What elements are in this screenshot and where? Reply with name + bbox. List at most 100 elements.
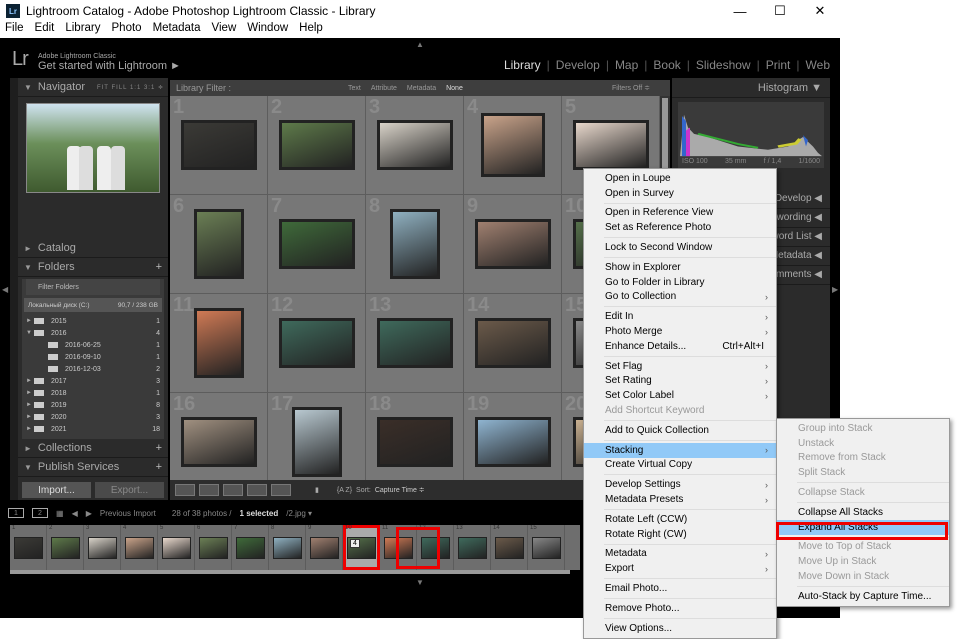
folder-row[interactable]: 2016-09-10 1 xyxy=(22,351,164,363)
menu-item-rotate-left-ccw[interactable]: Rotate Left (CCW) xyxy=(584,512,776,527)
add-collection-icon[interactable]: + xyxy=(156,442,162,454)
menu-photo[interactable]: Photo xyxy=(112,22,142,38)
photo-thumbnail[interactable] xyxy=(389,209,440,279)
folder-row[interactable]: ► 2019 8 xyxy=(22,399,164,411)
histogram-header[interactable]: Histogram ▼ xyxy=(672,78,830,98)
sort-dropdown[interactable]: Capture Time ≑ xyxy=(375,486,425,494)
navigator-zoom-options[interactable]: FIT FILL 1:1 3:1 ≑ xyxy=(97,84,164,91)
photo-thumbnail[interactable] xyxy=(193,209,244,279)
left-panel-toggle-icon[interactable]: ◀ xyxy=(2,285,8,294)
top-panel-toggle-icon[interactable]: ▲ xyxy=(416,40,424,49)
folder-row[interactable]: 2016-12-03 2 xyxy=(22,363,164,375)
catalog-header[interactable]: ► Catalog xyxy=(18,239,168,258)
grid-cell[interactable]: 11 xyxy=(170,294,268,393)
filmstrip-thumbnail[interactable]: 1 xyxy=(10,525,47,570)
survey-view-button[interactable] xyxy=(247,484,267,496)
menu-item-open-in-survey[interactable]: Open in Survey xyxy=(584,186,776,201)
grid-cell[interactable]: 1 xyxy=(170,96,268,195)
collections-header[interactable]: ► Collections + xyxy=(18,439,168,458)
module-book[interactable]: Book xyxy=(653,58,680,72)
filmstrip-thumbnail[interactable]: 13 xyxy=(454,525,491,570)
menu-item-collapse-all-stacks[interactable]: Collapse All Stacks xyxy=(777,505,949,520)
filmstrip-thumbnail[interactable]: 8 xyxy=(269,525,306,570)
grid-view-button[interactable] xyxy=(175,484,195,496)
grid-cell[interactable]: 9 xyxy=(464,195,562,294)
filmstrip-thumbnail[interactable]: 4 xyxy=(121,525,158,570)
grid-cell[interactable]: 12 xyxy=(268,294,366,393)
photo-thumbnail[interactable] xyxy=(572,120,649,170)
add-folder-icon[interactable]: + xyxy=(156,261,162,273)
filmstrip-thumbnail[interactable]: 5 xyxy=(158,525,195,570)
photo-thumbnail[interactable] xyxy=(474,219,551,269)
module-web[interactable]: Web xyxy=(806,58,830,72)
filter-none[interactable]: None xyxy=(446,85,463,92)
photo-thumbnail[interactable] xyxy=(278,120,355,170)
grid-cell[interactable]: 14 xyxy=(464,294,562,393)
menu-item-email-photo[interactable]: Email Photo... xyxy=(584,581,776,596)
menu-window[interactable]: Window xyxy=(247,22,288,38)
menu-item-stacking[interactable]: Stacking › xyxy=(584,442,776,458)
module-slideshow[interactable]: Slideshow xyxy=(696,58,751,72)
menu-item-open-in-reference-view[interactable]: Open in Reference View xyxy=(584,206,776,221)
menu-item-lock-to-second-window[interactable]: Lock to Second Window xyxy=(584,240,776,255)
filmstrip-thumbnail[interactable]: 15 xyxy=(528,525,565,570)
export-button[interactable]: Export... xyxy=(95,482,164,498)
menu-view[interactable]: View xyxy=(212,22,237,38)
menu-item-add-to-quick-collection[interactable]: Add to Quick Collection xyxy=(584,423,776,438)
filmstrip-thumbnail[interactable]: 7 xyxy=(232,525,269,570)
menu-item-show-in-explorer[interactable]: Show in Explorer xyxy=(584,260,776,275)
photo-thumbnail[interactable] xyxy=(193,308,244,378)
folder-row[interactable]: ▼ 2016 4 xyxy=(22,327,164,339)
menu-item-metadata-presets[interactable]: Metadata Presets › xyxy=(584,492,776,507)
menu-item-open-in-loupe[interactable]: Open in Loupe xyxy=(584,171,776,186)
grid-cell[interactable]: 19 xyxy=(464,393,562,480)
right-panel-toggle-icon[interactable]: ▶ xyxy=(832,285,838,294)
main-window-button[interactable]: 1 xyxy=(8,508,24,518)
filmstrip-scrollbar[interactable] xyxy=(10,570,570,574)
photo-thumbnail[interactable] xyxy=(180,120,257,170)
folder-row[interactable]: ► 2017 3 xyxy=(22,375,164,387)
photo-thumbnail[interactable] xyxy=(278,318,355,368)
menu-item-auto-stack-by-capture-time[interactable]: Auto-Stack by Capture Time... xyxy=(777,589,949,604)
module-library[interactable]: Library xyxy=(504,58,541,72)
forward-arrow-icon[interactable]: ▶ xyxy=(86,509,92,518)
bottom-panel-toggle-icon[interactable]: ▼ xyxy=(416,578,424,587)
folder-row[interactable]: ► 2020 3 xyxy=(22,411,164,423)
photo-thumbnail[interactable] xyxy=(376,120,453,170)
grid-cell[interactable]: 17 xyxy=(268,393,366,480)
grid-icon[interactable]: ▦ xyxy=(56,509,64,518)
close-button[interactable]: ✕ xyxy=(800,0,840,22)
grid-cell[interactable]: 4 xyxy=(464,96,562,195)
menu-library[interactable]: Library xyxy=(65,22,100,38)
menu-metadata[interactable]: Metadata xyxy=(153,22,201,38)
module-map[interactable]: Map xyxy=(615,58,638,72)
navigator-preview[interactable] xyxy=(26,103,160,193)
menu-item-export[interactable]: Export › xyxy=(584,561,776,576)
grid-cell[interactable]: 6 xyxy=(170,195,268,294)
filter-attribute[interactable]: Attribute xyxy=(371,85,397,92)
photo-thumbnail[interactable] xyxy=(376,318,453,368)
menu-item-metadata[interactable]: Metadata › xyxy=(584,547,776,562)
menu-item-go-to-folder-in-library[interactable]: Go to Folder in Library xyxy=(584,275,776,290)
folders-header[interactable]: ▼ Folders + xyxy=(18,258,168,277)
filmstrip-thumbnail[interactable]: 2 xyxy=(47,525,84,570)
filmstrip-thumbnail[interactable]: 3 xyxy=(84,525,121,570)
minimize-button[interactable]: — xyxy=(720,0,760,22)
import-button[interactable]: Import... xyxy=(22,482,91,498)
source-label[interactable]: Previous Import xyxy=(100,509,156,518)
menu-item-set-color-label[interactable]: Set Color Label › xyxy=(584,388,776,403)
menu-item-set-as-reference-photo[interactable]: Set as Reference Photo xyxy=(584,220,776,235)
get-started-link[interactable]: Get started with Lightroom ► xyxy=(38,60,181,72)
menu-help[interactable]: Help xyxy=(299,22,323,38)
menu-item-view-options[interactable]: View Options... xyxy=(584,621,776,636)
folder-row[interactable]: ► 2021 18 xyxy=(22,423,164,435)
menu-edit[interactable]: Edit xyxy=(35,22,55,38)
navigator-header[interactable]: ▼ Navigator FIT FILL 1:1 3:1 ≑ xyxy=(18,78,168,97)
expand-arrow-icon[interactable]: ► xyxy=(26,402,34,408)
photo-thumbnail[interactable] xyxy=(180,417,257,467)
drive-row[interactable]: Локальный диск (C:) 90,7 / 238 GB xyxy=(24,298,162,312)
maximize-button[interactable]: ☐ xyxy=(760,0,800,22)
menu-item-set-rating[interactable]: Set Rating › xyxy=(584,374,776,389)
expand-arrow-icon[interactable]: ► xyxy=(26,318,34,324)
grid-cell[interactable]: 13 xyxy=(366,294,464,393)
